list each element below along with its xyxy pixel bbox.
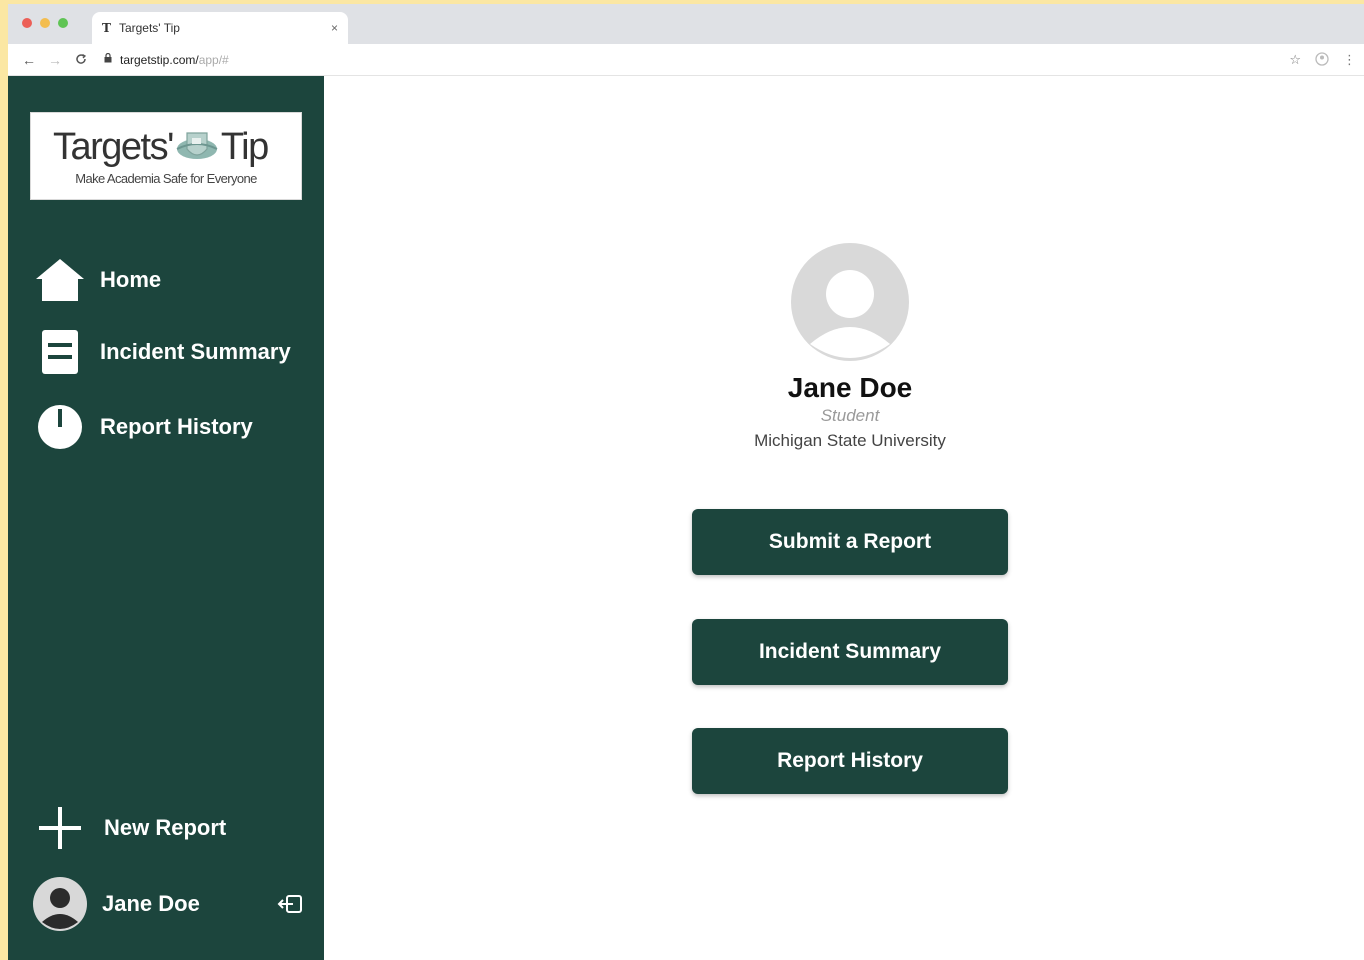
clock-icon bbox=[34, 403, 86, 451]
tab-favicon: T bbox=[102, 21, 111, 35]
tab-strip: T Targets' Tip × bbox=[8, 4, 1364, 44]
sidebar-item-label: Home bbox=[100, 267, 162, 292]
sidebar-user: Jane Doe bbox=[32, 876, 304, 932]
tab-title: Targets' Tip bbox=[118, 21, 180, 35]
sidebar-item-label: Report History bbox=[100, 414, 253, 439]
new-report-button[interactable]: New Report bbox=[34, 804, 226, 852]
document-icon bbox=[34, 328, 86, 376]
logo-word-tip: Tip bbox=[220, 125, 269, 168]
profile-icon[interactable] bbox=[1315, 52, 1329, 69]
minimize-window-button[interactable] bbox=[40, 18, 50, 28]
more-menu-icon[interactable]: ⋮ bbox=[1343, 52, 1356, 69]
shield-icon bbox=[176, 132, 218, 159]
maximize-window-button[interactable] bbox=[58, 18, 68, 28]
profile-avatar-icon bbox=[791, 243, 909, 361]
lock-icon bbox=[104, 52, 112, 66]
plus-icon bbox=[34, 804, 86, 852]
forward-button[interactable]: → bbox=[42, 52, 68, 68]
browser-window: T Targets' Tip × ← → targetstip.com/app/… bbox=[8, 4, 1364, 960]
logo[interactable]: Targets' Tip Make Academia Safe for Ever… bbox=[30, 112, 302, 200]
address-bar-actions: ☆ ⋮ bbox=[1289, 52, 1356, 69]
avatar-icon[interactable] bbox=[32, 876, 88, 932]
reload-button[interactable] bbox=[68, 52, 94, 68]
report-history-button[interactable]: Report History bbox=[692, 728, 1008, 794]
sidebar-item-label: Incident Summary bbox=[100, 339, 291, 364]
sidebar-item-home[interactable]: Home bbox=[34, 256, 161, 304]
address-bar: ← → targetstip.com/app/# ☆ ⋮ bbox=[8, 44, 1364, 76]
sidebar-item-report-history[interactable]: Report History bbox=[34, 403, 253, 451]
logo-tagline: Make Academia Safe for Everyone bbox=[75, 171, 257, 186]
sidebar: Targets' Tip Make Academia Safe for Ever… bbox=[8, 76, 324, 960]
logo-word-targets: Targets' bbox=[53, 125, 174, 168]
submit-report-button[interactable]: Submit a Report bbox=[692, 509, 1008, 575]
reload-icon bbox=[76, 53, 87, 64]
incident-summary-button[interactable]: Incident Summary bbox=[692, 619, 1008, 685]
browser-tab[interactable]: T Targets' Tip × bbox=[92, 12, 348, 44]
url-path: app/# bbox=[198, 52, 229, 67]
home-icon bbox=[34, 256, 86, 304]
close-window-button[interactable] bbox=[22, 18, 32, 28]
main-content: Jane Doe Student Michigan State Universi… bbox=[324, 76, 1364, 960]
back-button[interactable]: ← bbox=[16, 52, 42, 68]
profile-school: Michigan State University bbox=[754, 431, 946, 450]
profile-role: Student bbox=[820, 406, 880, 425]
sidebar-item-incident-summary[interactable]: Incident Summary bbox=[34, 328, 291, 376]
logo-title: Targets' Tip bbox=[53, 125, 269, 169]
new-report-label: New Report bbox=[104, 815, 227, 840]
sidebar-user-name[interactable]: Jane Doe bbox=[102, 891, 276, 917]
bookmark-star-icon[interactable]: ☆ bbox=[1289, 52, 1301, 69]
url-field[interactable]: targetstip.com/app/# bbox=[104, 53, 229, 67]
tab-close-icon[interactable]: × bbox=[331, 21, 338, 35]
profile-name: Jane Doe bbox=[787, 372, 913, 403]
logout-icon[interactable] bbox=[276, 890, 304, 918]
url-host: targetstip.com/ bbox=[120, 52, 199, 67]
